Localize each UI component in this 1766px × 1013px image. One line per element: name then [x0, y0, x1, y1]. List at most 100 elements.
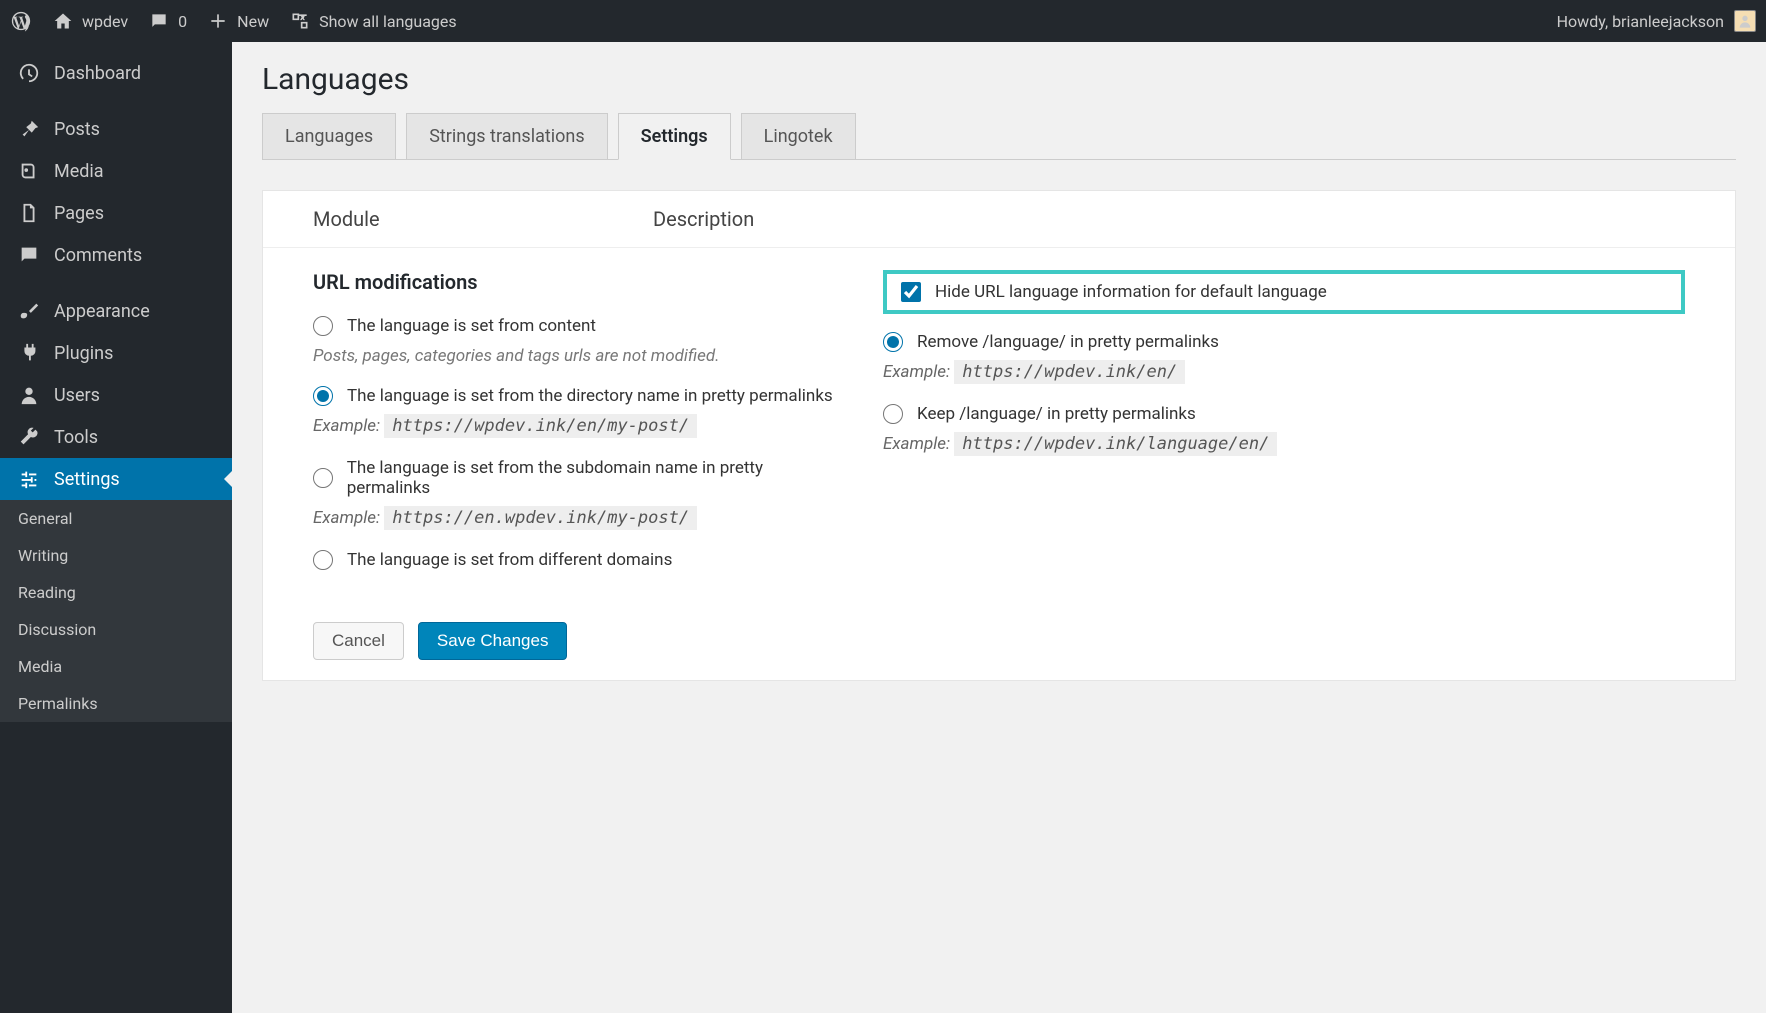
sidebar-item-tools[interactable]: Tools — [0, 416, 232, 458]
sidebar-item-pages[interactable]: Pages — [0, 192, 232, 234]
sidebar-label: Media — [54, 161, 104, 182]
cancel-button[interactable]: Cancel — [313, 622, 404, 660]
radio-label: Keep /language/ in pretty permalinks — [917, 404, 1196, 424]
module-title: URL modifications — [313, 270, 843, 294]
sidebar-label: Pages — [54, 203, 104, 224]
brush-icon — [18, 300, 40, 322]
sidebar-sub-discussion[interactable]: Discussion — [0, 611, 232, 648]
sidebar-sub-reading[interactable]: Reading — [0, 574, 232, 611]
plug-icon — [18, 342, 40, 364]
tabs: Languages Strings translations Settings … — [262, 113, 1736, 160]
radio-from-subdomain-input[interactable] — [313, 468, 333, 488]
pin-icon — [18, 118, 40, 140]
radio-label: The language is set from the directory n… — [347, 386, 833, 406]
dashboard-icon — [18, 62, 40, 84]
tab-lingotek[interactable]: Lingotek — [741, 113, 856, 159]
wp-logo[interactable] — [10, 10, 32, 32]
wordpress-icon — [10, 10, 32, 32]
sidebar-label: Appearance — [54, 301, 150, 322]
sidebar-label: Comments — [54, 245, 142, 266]
wrench-icon — [18, 426, 40, 448]
right-column: Hide URL language information for defaul… — [883, 270, 1685, 580]
left-column: URL modifications The language is set fr… — [313, 270, 843, 580]
highlight-box: Hide URL language information for defaul… — [883, 270, 1685, 314]
sidebar-label: Settings — [54, 469, 120, 490]
radio-from-domain[interactable]: The language is set from different domai… — [313, 550, 843, 570]
admin-sidebar: Dashboard Posts Media Pages Comments App… — [0, 42, 232, 1013]
panel-header: Module Description — [263, 191, 1735, 248]
sidebar-item-users[interactable]: Users — [0, 374, 232, 416]
radio-label: The language is set from content — [347, 316, 596, 336]
sidebar-sub-general[interactable]: General — [0, 500, 232, 537]
sliders-icon — [18, 468, 40, 490]
show-all-langs[interactable]: Show all languages — [289, 10, 457, 32]
plus-icon — [207, 10, 229, 32]
comments-link[interactable]: 0 — [148, 10, 187, 32]
radio-from-dir[interactable]: The language is set from the directory n… — [313, 386, 843, 406]
media-icon — [18, 160, 40, 182]
sidebar-sub-writing[interactable]: Writing — [0, 537, 232, 574]
remove-lang-example: Example: https://wpdev.ink/en/ — [883, 362, 1685, 382]
example-label: Example: — [313, 416, 380, 436]
avatar — [1734, 10, 1756, 32]
sidebar-label: Dashboard — [54, 63, 141, 84]
from-content-hint: Posts, pages, categories and tags urls a… — [313, 346, 843, 366]
sidebar-item-plugins[interactable]: Plugins — [0, 332, 232, 374]
from-subdomain-example: Example: https://en.wpdev.ink/my-post/ — [313, 508, 843, 528]
admin-bar-left: wpdev 0 New Show all languages — [10, 10, 457, 32]
radio-from-content[interactable]: The language is set from content — [313, 316, 843, 336]
radio-from-subdomain[interactable]: The language is set from the subdomain n… — [313, 458, 843, 498]
radio-keep-lang[interactable]: Keep /language/ in pretty permalinks — [883, 404, 1685, 424]
admin-bar-right[interactable]: Howdy, brianleejackson — [1557, 10, 1756, 32]
sidebar-label: Users — [54, 385, 100, 406]
sidebar-label: Plugins — [54, 343, 113, 364]
tab-settings[interactable]: Settings — [618, 113, 731, 160]
sidebar-item-appearance[interactable]: Appearance — [0, 290, 232, 332]
new-label: New — [237, 12, 269, 31]
radio-keep-lang-input[interactable] — [883, 404, 903, 424]
radio-from-dir-input[interactable] — [313, 386, 333, 406]
comment-icon — [148, 10, 170, 32]
sidebar-item-media[interactable]: Media — [0, 150, 232, 192]
example-label: Example: — [883, 434, 950, 454]
sidebar-label: Tools — [54, 427, 98, 448]
show-all-langs-label: Show all languages — [319, 12, 457, 31]
example-code: https://wpdev.ink/en/ — [954, 360, 1185, 384]
site-name-link[interactable]: wpdev — [52, 10, 128, 32]
example-code: https://en.wpdev.ink/my-post/ — [384, 506, 697, 530]
keep-lang-example: Example: https://wpdev.ink/language/en/ — [883, 434, 1685, 454]
settings-panel: Module Description URL modifications The… — [262, 190, 1736, 681]
radio-remove-lang[interactable]: Remove /language/ in pretty permalinks — [883, 332, 1685, 352]
sidebar-item-posts[interactable]: Posts — [0, 108, 232, 150]
comments-count: 0 — [178, 12, 187, 31]
radio-from-content-input[interactable] — [313, 316, 333, 336]
column-description: Description — [653, 207, 1685, 231]
sidebar-sub-media[interactable]: Media — [0, 648, 232, 685]
radio-remove-lang-input[interactable] — [883, 332, 903, 352]
sidebar-item-dashboard[interactable]: Dashboard — [0, 52, 232, 94]
sidebar-item-settings[interactable]: Settings — [0, 458, 232, 500]
tab-languages[interactable]: Languages — [262, 113, 396, 159]
radio-from-domain-input[interactable] — [313, 550, 333, 570]
main-content: Languages Languages Strings translations… — [232, 42, 1766, 1013]
new-link[interactable]: New — [207, 10, 269, 32]
radio-label: The language is set from different domai… — [347, 550, 672, 570]
checkbox-hide-default[interactable]: Hide URL language information for defaul… — [901, 282, 1667, 302]
sidebar-item-comments[interactable]: Comments — [0, 234, 232, 276]
home-icon — [52, 10, 74, 32]
button-row: Cancel Save Changes — [263, 602, 1735, 680]
user-icon — [18, 384, 40, 406]
sidebar-submenu: General Writing Reading Discussion Media… — [0, 500, 232, 722]
save-button[interactable]: Save Changes — [418, 622, 568, 660]
example-code: https://wpdev.ink/en/my-post/ — [384, 414, 697, 438]
radio-label: Remove /language/ in pretty permalinks — [917, 332, 1219, 352]
column-module: Module — [313, 207, 653, 231]
panel-body: URL modifications The language is set fr… — [263, 248, 1735, 602]
checkbox-hide-default-input[interactable] — [901, 282, 921, 302]
example-code: https://wpdev.ink/language/en/ — [954, 432, 1277, 456]
comment-icon — [18, 244, 40, 266]
sidebar-sub-permalinks[interactable]: Permalinks — [0, 685, 232, 722]
admin-bar: wpdev 0 New Show all languages Howdy, br… — [0, 0, 1766, 42]
page-icon — [18, 202, 40, 224]
tab-strings[interactable]: Strings translations — [406, 113, 607, 159]
